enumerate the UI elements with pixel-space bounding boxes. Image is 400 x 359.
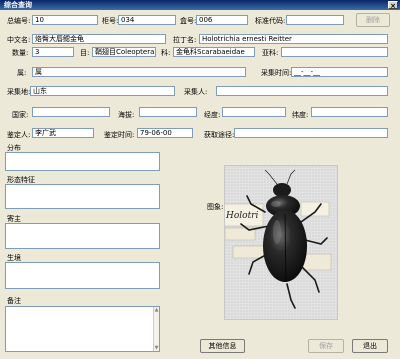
chinese-name-field[interactable]: 烙臀大唇鳃金龟 [32, 34, 166, 44]
std-code-label: 标准代码: [255, 17, 286, 25]
collector-field[interactable] [216, 86, 388, 96]
subfamily-field[interactable] [281, 47, 388, 57]
close-icon[interactable]: × [388, 1, 398, 10]
distribution-textarea[interactable] [5, 152, 160, 171]
identify-time-label: 鉴定时间: [104, 131, 135, 139]
identify-time-field[interactable]: 79-06-00 [137, 128, 193, 138]
subfamily-label: 亚科: [262, 49, 279, 57]
genus-field[interactable]: 属 [32, 67, 246, 77]
exit-button[interactable]: 退出 [352, 339, 388, 353]
scroll-up-icon[interactable]: ▲ [154, 307, 159, 313]
window-title: 综合查询 [4, 1, 32, 9]
host-textarea[interactable] [5, 223, 160, 249]
delete-button[interactable]: 删除 [356, 13, 390, 27]
identifier-label: 鉴定人: [7, 131, 31, 139]
std-code-field[interactable] [286, 15, 344, 25]
country-label: 国家: [12, 111, 29, 119]
remarks-textarea[interactable]: ▲ ▼ [5, 306, 160, 352]
family-field[interactable]: 金龟科Scarabaeidae [173, 47, 255, 57]
photo-label-text: Holotri [225, 211, 258, 221]
country-field[interactable] [32, 107, 110, 117]
total-id-field[interactable]: 10 [32, 15, 98, 25]
family-label: 科: [161, 49, 171, 57]
save-button[interactable]: 保存 [308, 339, 344, 353]
collect-place-label: 采集地: [7, 88, 31, 96]
morphology-textarea[interactable] [5, 184, 160, 209]
cabinet-field[interactable]: 034 [118, 15, 176, 25]
box-label: 盒号: [180, 17, 197, 25]
query-window: 综合查询 × 总编号: 10 柜号: 034 盒号: 006 标准代码: 删除 … [0, 0, 400, 359]
collector-label: 采集人: [184, 88, 208, 96]
longitude-label: 经度: [204, 111, 221, 119]
other-info-button[interactable]: 其他信息 [200, 339, 245, 353]
title-bar: 综合查询 × [0, 0, 400, 10]
acquire-way-field[interactable] [234, 128, 388, 138]
quantity-field[interactable]: 3 [32, 47, 74, 57]
collect-time-field[interactable]: __-__-__ [291, 67, 388, 77]
image-label: 图象: [207, 203, 224, 211]
longitude-field[interactable] [222, 107, 286, 117]
acquire-way-label: 获取途径: [204, 131, 235, 139]
altitude-field[interactable] [139, 107, 197, 117]
scroll-down-icon[interactable]: ▼ [154, 345, 159, 351]
remarks-scrollbar[interactable]: ▲ ▼ [153, 307, 159, 351]
habitat-textarea[interactable] [5, 262, 160, 289]
remarks-label: 备注 [7, 297, 21, 305]
latin-name-field[interactable]: Holotrichia ernesti Reitter [199, 34, 388, 44]
beetle-specimen-image: Holotri [225, 166, 337, 319]
latitude-field[interactable] [311, 107, 388, 117]
order-label: 目: [80, 49, 90, 57]
order-field[interactable]: 鞘翅目Coleoptera [92, 47, 156, 57]
altitude-label: 海拔: [118, 111, 135, 119]
latitude-label: 纬度: [292, 111, 309, 119]
specimen-photo: Holotri [224, 165, 338, 320]
collect-time-label: 采集时间: [261, 69, 292, 77]
identifier-field[interactable]: 李广武 [32, 128, 94, 138]
latin-name-label: 拉丁名: [173, 36, 197, 44]
total-id-label: 总编号: [7, 17, 31, 25]
chinese-name-label: 中文名: [7, 36, 31, 44]
genus-label: 属: [17, 69, 27, 77]
quantity-label: 数量: [12, 49, 29, 57]
collect-place-field[interactable]: 山东 [30, 86, 175, 96]
cabinet-label: 柜号: [102, 17, 119, 25]
box-field[interactable]: 006 [196, 15, 248, 25]
